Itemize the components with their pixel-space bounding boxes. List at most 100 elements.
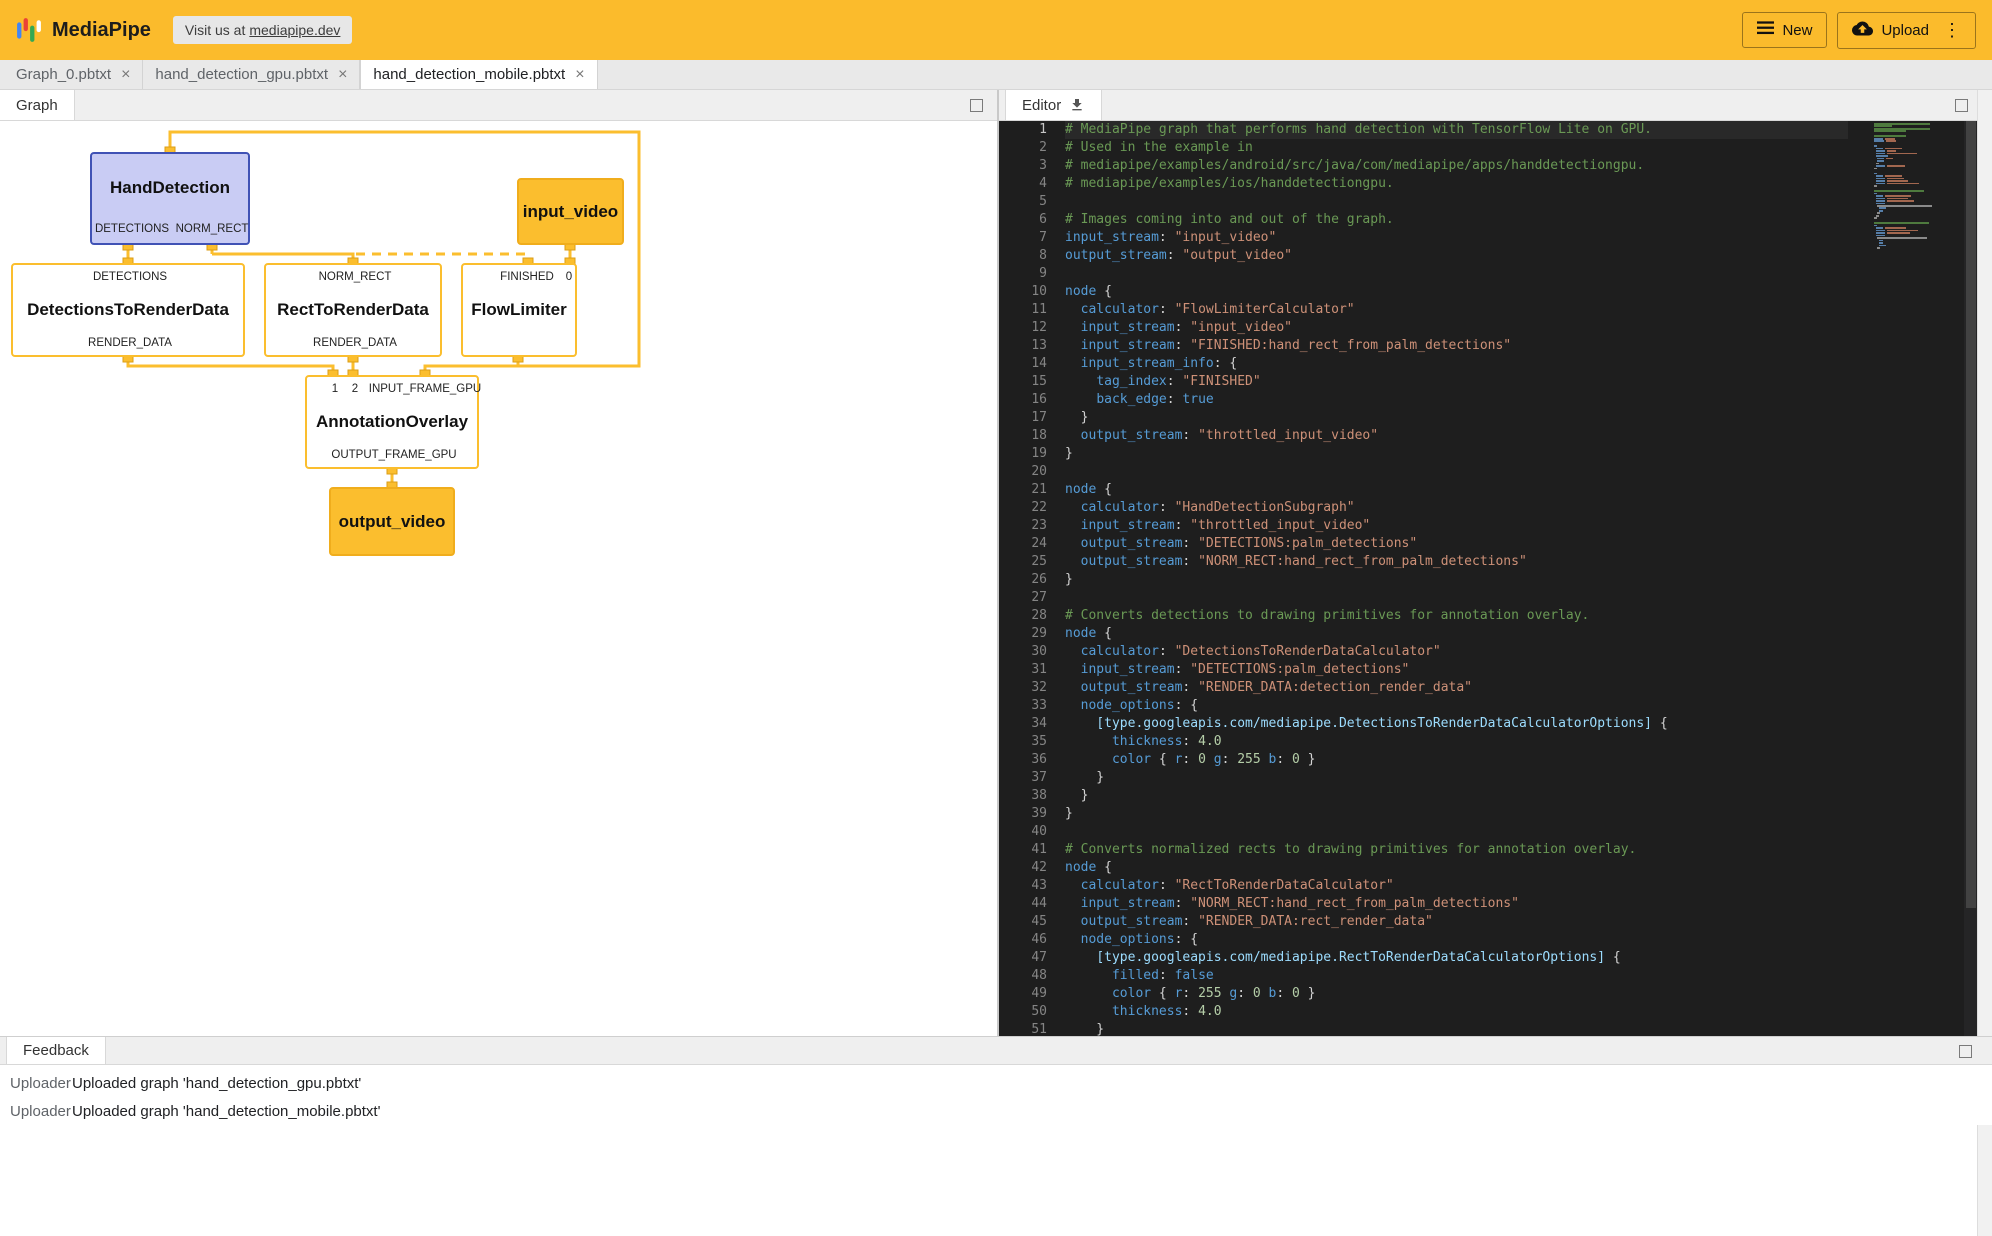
line-number: 50	[999, 1003, 1051, 1021]
code-line[interactable]: }	[1065, 1021, 1848, 1036]
graph-node-rect-to-render-data[interactable]: NORM_RECT RectToRenderData RENDER_DATA	[264, 263, 442, 357]
minimap-line	[1874, 138, 1962, 140]
graph-node-detections-to-render-data[interactable]: DETECTIONS DetectionsToRenderData RENDER…	[11, 263, 245, 357]
code-line[interactable]: [type.googleapis.com/mediapipe.Detection…	[1065, 715, 1848, 733]
code-line[interactable]: # mediapipe/examples/ios/handdetectiongp…	[1065, 175, 1848, 193]
code-line[interactable]	[1065, 463, 1848, 481]
tab-graph-view[interactable]: Graph	[0, 90, 75, 120]
close-icon[interactable]: ×	[575, 67, 584, 83]
download-icon[interactable]	[1069, 97, 1085, 113]
close-icon[interactable]: ×	[338, 67, 347, 83]
code-line[interactable]: node {	[1065, 481, 1848, 499]
tab-hand-detection-gpu-pbtxt[interactable]: hand_detection_gpu.pbtxt ×	[143, 60, 360, 89]
line-number: 28	[999, 607, 1051, 625]
maximize-graph-panel-icon[interactable]	[970, 99, 983, 112]
graph-node-annotation-overlay[interactable]: 1 2 INPUT_FRAME_GPU AnnotationOverlay OU…	[305, 375, 479, 469]
app-header: MediaPipe Visit us at mediapipe.dev New	[0, 0, 1992, 60]
tab-feedback[interactable]: Feedback	[6, 1037, 106, 1064]
code-line[interactable]: }	[1065, 769, 1848, 787]
maximize-feedback-panel-icon[interactable]	[1959, 1045, 1972, 1058]
minimap-line	[1874, 230, 1962, 232]
line-number: 4	[999, 175, 1051, 193]
line-number: 45	[999, 913, 1051, 931]
minimap-line	[1874, 190, 1962, 192]
tab-graph-0-pbtxt[interactable]: Graph_0.pbtxt ×	[4, 60, 143, 89]
code-editor[interactable]: 1234567891011121314151617181920212223242…	[999, 121, 1978, 1036]
code-line[interactable]: node_options: {	[1065, 697, 1848, 715]
code-line[interactable]: node {	[1065, 859, 1848, 877]
graph-node-flow-limiter[interactable]: FINISHED 0 FlowLimiter	[461, 263, 577, 357]
code-line[interactable]	[1065, 265, 1848, 283]
code-line[interactable]: thickness: 4.0	[1065, 733, 1848, 751]
code-line[interactable]: back_edge: true	[1065, 391, 1848, 409]
code-line[interactable]: input_stream: "FINISHED:hand_rect_from_p…	[1065, 337, 1848, 355]
line-number: 49	[999, 985, 1051, 1003]
code-line[interactable]: # Converts normalized rects to drawing p…	[1065, 841, 1848, 859]
code-line[interactable]: [type.googleapis.com/mediapipe.RectToRen…	[1065, 949, 1848, 967]
code-line[interactable]: # Used in the example in	[1065, 139, 1848, 157]
code-line[interactable]: }	[1065, 571, 1848, 589]
upload-button[interactable]: Upload ⋮	[1837, 12, 1976, 49]
code-line[interactable]: node {	[1065, 625, 1848, 643]
log-source: Uploader	[0, 1103, 72, 1120]
code-line[interactable]: # mediapipe/examples/android/src/java/co…	[1065, 157, 1848, 175]
code-line[interactable]: input_stream: "DETECTIONS:palm_detection…	[1065, 661, 1848, 679]
code-line[interactable]: # Images coming into and out of the grap…	[1065, 211, 1848, 229]
code-line[interactable]: }	[1065, 409, 1848, 427]
code-line[interactable]: input_stream: "input_video"	[1065, 229, 1848, 247]
editor-minimap[interactable]	[1874, 123, 1962, 250]
code-line[interactable]: }	[1065, 445, 1848, 463]
code-line[interactable]: # MediaPipe graph that performs hand det…	[1065, 121, 1848, 139]
code-line[interactable]: thickness: 4.0	[1065, 1003, 1848, 1021]
line-number: 34	[999, 715, 1051, 733]
code-line[interactable]: output_stream: "RENDER_DATA:rect_render_…	[1065, 913, 1848, 931]
line-number: 41	[999, 841, 1051, 859]
editor-code[interactable]: # MediaPipe graph that performs hand det…	[1065, 121, 1848, 1036]
code-line[interactable]: tag_index: "FINISHED"	[1065, 373, 1848, 391]
code-line[interactable]: color { r: 255 g: 0 b: 0 }	[1065, 985, 1848, 1003]
line-number: 16	[999, 391, 1051, 409]
code-line[interactable]: # Converts detections to drawing primiti…	[1065, 607, 1848, 625]
code-line[interactable]: }	[1065, 787, 1848, 805]
code-line[interactable]: calculator: "DetectionsToRenderDataCalcu…	[1065, 643, 1848, 661]
code-line[interactable]: calculator: "HandDetectionSubgraph"	[1065, 499, 1848, 517]
editor-scrollbar-thumb[interactable]	[1966, 121, 1976, 908]
code-line[interactable]: input_stream: "throttled_input_video"	[1065, 517, 1848, 535]
graph-node-output-video[interactable]: output_video	[329, 487, 455, 556]
tab-hand-detection-mobile-pbtxt[interactable]: hand_detection_mobile.pbtxt ×	[360, 60, 597, 89]
code-line[interactable]	[1065, 823, 1848, 841]
code-line[interactable]: output_stream: "RENDER_DATA:detection_re…	[1065, 679, 1848, 697]
code-line[interactable]: output_stream: "throttled_input_video"	[1065, 427, 1848, 445]
kebab-menu-icon[interactable]: ⋮	[1943, 21, 1961, 39]
code-line[interactable]: calculator: "FlowLimiterCalculator"	[1065, 301, 1848, 319]
mediapipe-dev-link[interactable]: mediapipe.dev	[249, 22, 340, 38]
graph-canvas[interactable]: HandDetection DETECTIONS NORM_RECT input…	[0, 121, 997, 1036]
code-line[interactable]: node {	[1065, 283, 1848, 301]
code-line[interactable]	[1065, 193, 1848, 211]
new-button[interactable]: New	[1742, 12, 1827, 48]
code-line[interactable]: output_stream: "output_video"	[1065, 247, 1848, 265]
code-line[interactable]: input_stream: "input_video"	[1065, 319, 1848, 337]
code-line[interactable]: color { r: 0 g: 255 b: 0 }	[1065, 751, 1848, 769]
close-icon[interactable]: ×	[121, 67, 130, 83]
graph-edge	[425, 366, 518, 375]
code-line[interactable]: input_stream_info: {	[1065, 355, 1848, 373]
code-line[interactable]	[1065, 589, 1848, 607]
maximize-editor-panel-icon[interactable]	[1955, 99, 1968, 112]
line-number: 12	[999, 319, 1051, 337]
code-line[interactable]: input_stream: "NORM_RECT:hand_rect_from_…	[1065, 895, 1848, 913]
graph-node-input-video[interactable]: input_video	[517, 178, 624, 245]
line-number: 3	[999, 157, 1051, 175]
graph-node-hand-detection[interactable]: HandDetection DETECTIONS NORM_RECT	[90, 152, 250, 245]
code-line[interactable]: calculator: "RectToRenderDataCalculator"	[1065, 877, 1848, 895]
code-line[interactable]: filled: false	[1065, 967, 1848, 985]
code-line[interactable]: output_stream: "DETECTIONS:palm_detectio…	[1065, 535, 1848, 553]
code-line[interactable]: output_stream: "NORM_RECT:hand_rect_from…	[1065, 553, 1848, 571]
code-line[interactable]: node_options: {	[1065, 931, 1848, 949]
tab-editor[interactable]: Editor	[1005, 90, 1102, 120]
editor-scrollbar[interactable]	[1964, 121, 1978, 1036]
visit-chip[interactable]: Visit us at mediapipe.dev	[173, 16, 353, 44]
main-area: Graph	[0, 90, 1992, 1036]
node-title: output_video	[331, 512, 453, 532]
code-line[interactable]: }	[1065, 805, 1848, 823]
